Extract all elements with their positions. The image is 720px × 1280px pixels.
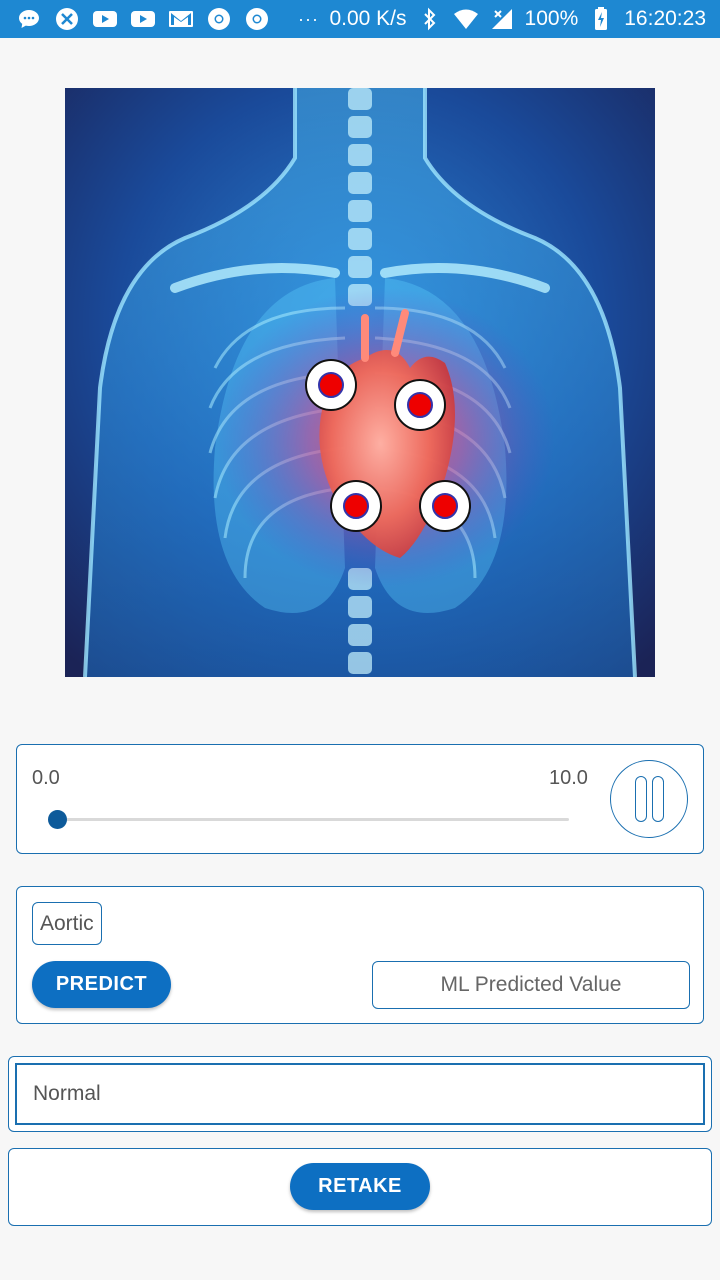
start-time-label: 0.0 [32, 767, 60, 789]
auscultation-point-aortic[interactable] [305, 359, 357, 411]
clock: 16:20:23 [624, 7, 706, 30]
pause-button[interactable] [610, 760, 688, 838]
seek-bar[interactable] [49, 818, 569, 821]
overflow-dots: ··· [298, 8, 319, 29]
wifi-icon [453, 6, 479, 32]
seek-thumb[interactable] [48, 810, 67, 829]
auscultation-point-tricuspid[interactable] [330, 480, 382, 532]
valve-label: Aortic [32, 902, 102, 945]
notification-icons: ··· [16, 6, 327, 32]
chest-heart-image [65, 88, 655, 677]
signal-icon [489, 6, 515, 32]
auscultation-point-mitral[interactable] [419, 480, 471, 532]
point-marker-icon [318, 372, 344, 398]
system-status: 0.00 K/s 100% 16:20:23 [329, 6, 706, 32]
point-marker-icon [432, 493, 458, 519]
youtube-icon [92, 6, 118, 32]
battery-icon [588, 6, 614, 32]
ml-predicted-value-field[interactable]: ML Predicted Value [372, 961, 690, 1009]
status-bar: ··· 0.00 K/s 100% 16:20:23 [0, 0, 720, 38]
chrome-icon [206, 6, 232, 32]
auscultation-point-pulmonic[interactable] [394, 379, 446, 431]
prediction-card: Aortic PREDICT ML Predicted Value [16, 886, 704, 1024]
predict-button[interactable]: PREDICT [32, 961, 171, 1008]
app-icon [54, 6, 80, 32]
point-marker-icon [343, 493, 369, 519]
youtube-icon [130, 6, 156, 32]
result-field[interactable]: Normal [15, 1063, 705, 1125]
pause-icon [651, 776, 664, 822]
battery-percent: 100% [524, 7, 579, 30]
retake-card: RETAKE [8, 1148, 712, 1226]
network-speed: 0.00 K/s [329, 7, 407, 30]
point-marker-icon [407, 392, 433, 418]
pause-icon [634, 776, 647, 822]
retake-button[interactable]: RETAKE [290, 1163, 430, 1210]
chat-icon [16, 6, 42, 32]
end-time-label: 10.0 [549, 767, 588, 789]
chest-illustration [65, 88, 655, 677]
chrome-icon [244, 6, 270, 32]
bluetooth-icon [417, 6, 443, 32]
audio-player-card: 0.0 10.0 [16, 744, 704, 854]
result-card: Normal [8, 1056, 712, 1132]
gmail-icon [168, 6, 194, 32]
